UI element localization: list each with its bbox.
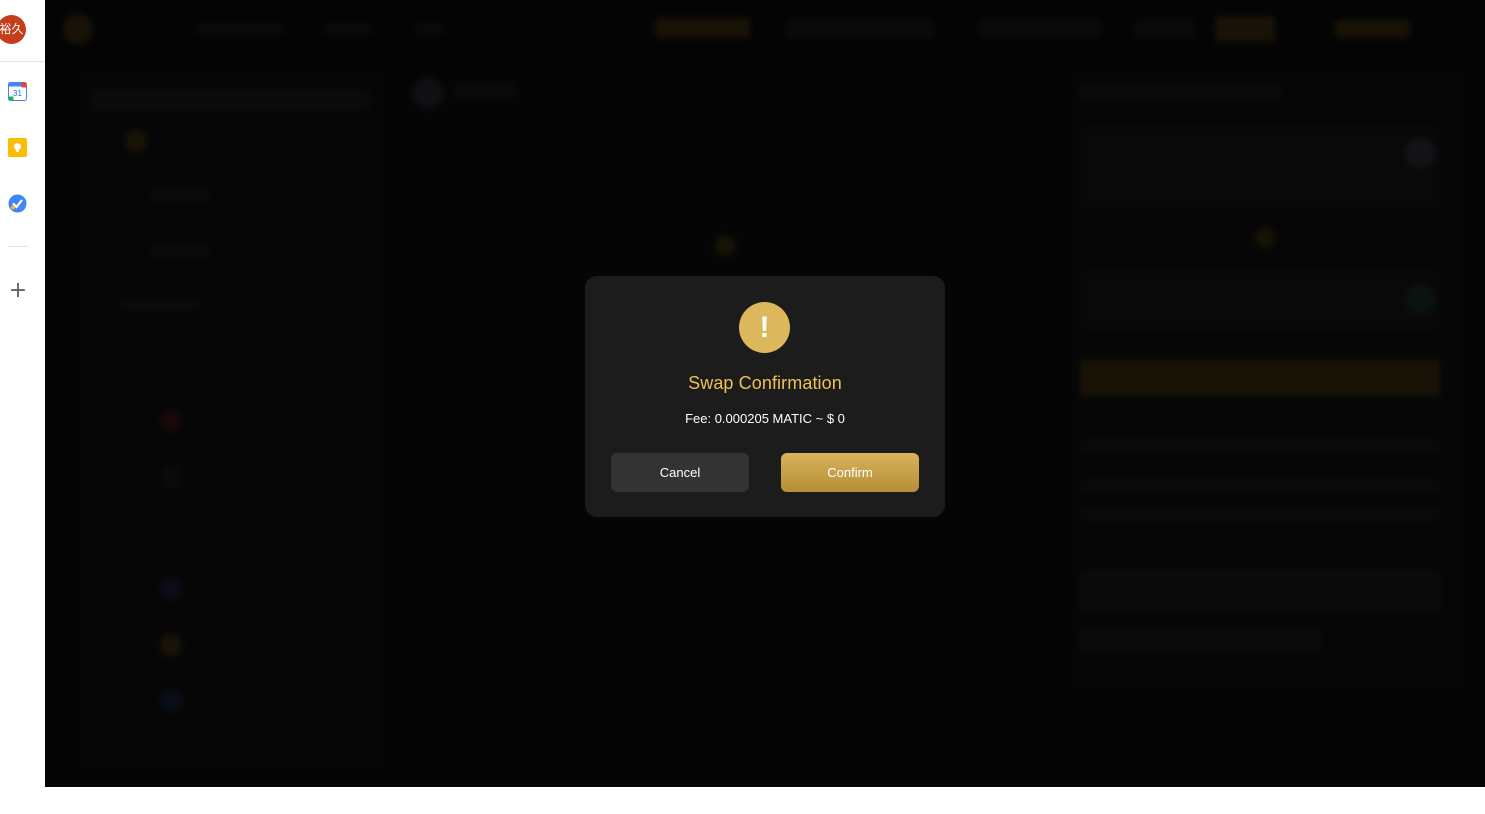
side-rail: 裕久 31 +	[0, 0, 45, 814]
dialog-title: Swap Confirmation	[688, 373, 842, 393]
fee-text: Fee: 0.000205 MATIC ~ $ 0	[685, 411, 845, 426]
tasks-icon[interactable]	[8, 194, 27, 213]
app-window: ! Swap Confirmation Fee: 0.000205 MATIC …	[45, 0, 1485, 787]
calendar-date-label: 31	[13, 89, 22, 98]
cancel-button[interactable]: Cancel	[611, 453, 749, 492]
keep-icon[interactable]	[8, 138, 27, 157]
confirm-button[interactable]: Confirm	[781, 453, 919, 492]
calendar-icon[interactable]: 31	[8, 82, 27, 101]
rail-divider	[0, 61, 45, 62]
swap-confirmation-dialog: ! Swap Confirmation Fee: 0.000205 MATIC …	[585, 276, 945, 517]
add-app-icon[interactable]: +	[8, 280, 28, 302]
rail-divider	[8, 246, 28, 247]
account-avatar[interactable]: 裕久	[0, 15, 26, 44]
warning-icon: !	[739, 302, 790, 353]
